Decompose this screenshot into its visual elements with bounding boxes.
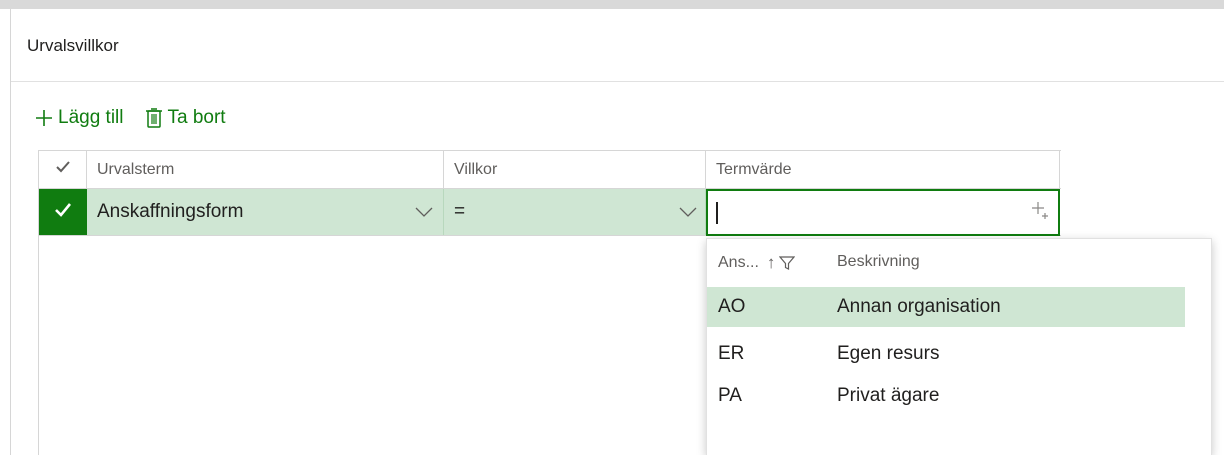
term-select[interactable]: Anskaffningsform <box>87 189 444 235</box>
chevron-down-icon[interactable] <box>415 207 433 217</box>
lookup-item-description: Annan organisation <box>837 296 1001 317</box>
checkmark-icon <box>55 160 71 179</box>
lookup-item-code: ER <box>718 343 745 364</box>
lookup-column-code[interactable]: Ans... ↑ <box>718 253 796 273</box>
lookup-item-description: Egen resurs <box>837 343 940 364</box>
panel-header: Urvalsvillkor <box>11 9 1224 82</box>
lookup-item-code: PA <box>718 385 742 406</box>
lookup-header: Ans... ↑ Beskrivning <box>707 239 1211 287</box>
trash-icon <box>144 108 164 128</box>
sort-ascending-icon[interactable]: ↑ <box>767 253 776 273</box>
checkmark-icon <box>54 202 72 223</box>
lookup-column-description[interactable]: Beskrivning <box>837 253 920 271</box>
column-header-term[interactable]: Urvalsterm <box>87 151 444 188</box>
lookup-item-er[interactable]: ER Egen resurs <box>707 334 1185 374</box>
condition-value: = <box>454 201 466 222</box>
filter-icon[interactable] <box>779 255 796 271</box>
lookup-dropdown: Ans... ↑ Beskrivning AO Annan organisati… <box>706 238 1212 455</box>
chevron-down-icon[interactable] <box>679 207 697 217</box>
condition-select[interactable]: = <box>444 189 706 235</box>
table-row[interactable]: Anskaffningsform = <box>39 189 1061 236</box>
window-top-strip <box>0 0 1224 9</box>
lookup-item-ao[interactable]: AO Annan organisation <box>707 287 1185 327</box>
add-button[interactable]: Lägg till <box>34 107 124 129</box>
lookup-item-code: AO <box>718 296 746 317</box>
lookup-item-description: Privat ägare <box>837 385 940 406</box>
column-header-value[interactable]: Termvärde <box>706 151 1060 188</box>
term-value: Anskaffningsform <box>97 201 244 222</box>
text-caret <box>716 201 718 224</box>
grid-header-row: Urvalsterm Villkor Termvärde <box>39 150 1061 189</box>
term-value-input[interactable] <box>706 189 1060 236</box>
lookup-item-pa[interactable]: PA Privat ägare <box>707 376 1185 416</box>
select-all-checkbox[interactable] <box>39 151 87 188</box>
plus-icon <box>34 108 54 128</box>
add-button-label: Lägg till <box>58 107 124 128</box>
lookup-plus-icon[interactable] <box>1030 200 1050 225</box>
action-bar: Lägg till Ta bort <box>34 104 226 132</box>
remove-button-label: Ta bort <box>167 107 226 128</box>
column-header-value-label: Termvärde <box>716 160 792 178</box>
column-header-condition-label: Villkor <box>454 160 498 178</box>
row-select-checkbox[interactable] <box>39 189 87 235</box>
remove-button[interactable]: Ta bort <box>144 107 226 129</box>
column-header-condition[interactable]: Villkor <box>444 151 706 188</box>
column-header-term-label: Urvalsterm <box>97 160 175 178</box>
lookup-column-code-label: Ans... <box>718 254 759 271</box>
panel-title: Urvalsvillkor <box>27 36 119 55</box>
